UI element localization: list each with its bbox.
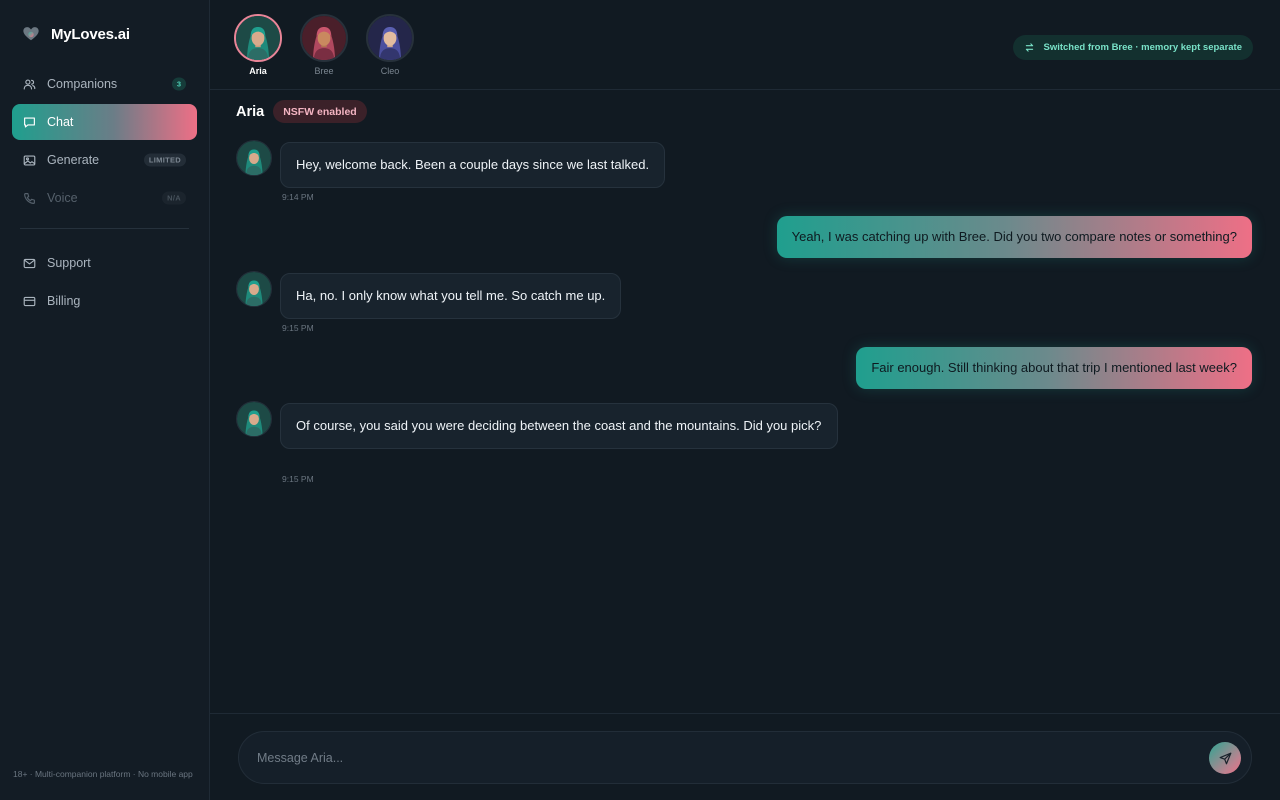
brand-name: MyLoves.ai — [51, 25, 130, 43]
avatar — [366, 14, 414, 62]
send-icon — [1219, 752, 1231, 764]
message-bubble-user: Yeah, I was catching up with Bree. Did y… — [776, 216, 1252, 258]
sidebar-item-label: Companions — [47, 77, 118, 91]
sidebar-item-support[interactable]: Support — [12, 245, 197, 281]
phone-icon — [23, 192, 36, 205]
companion-list: Aria Bree Cleo — [234, 14, 414, 76]
message-input[interactable] — [257, 732, 1157, 783]
avatar — [234, 14, 282, 62]
companion-avatar — [236, 401, 272, 437]
companions-count-badge: 3 — [171, 77, 186, 91]
companion-name: Aria — [249, 66, 267, 76]
swap-icon — [1026, 43, 1034, 52]
avatar — [300, 14, 348, 62]
message-bubble-companion: Ha, no. I only know what you tell me. So… — [280, 273, 622, 319]
companion-aria[interactable]: Aria — [234, 14, 282, 76]
sidebar-item-label: Support — [47, 256, 91, 270]
chat-companion-name: Aria — [236, 103, 265, 120]
sidebar-item-billing[interactable]: Billing — [12, 283, 197, 319]
message-composer — [238, 731, 1252, 784]
image-icon — [23, 154, 36, 167]
sidebar-item-chat[interactable]: Chat — [12, 104, 197, 140]
heart-logo-icon — [23, 27, 39, 41]
sidebar-item-companions[interactable]: Companions 3 — [12, 66, 197, 102]
message-timestamp: 9:15 PM — [282, 474, 314, 484]
sidebar-nav: Companions 3 Chat Generate LIMITED Voice… — [12, 66, 197, 321]
switch-notice-text: Switched from Bree · memory kept separat… — [1043, 42, 1242, 53]
send-button[interactable] — [1209, 742, 1241, 774]
companion-name: Cleo — [380, 66, 400, 76]
sidebar-item-label: Voice — [47, 191, 78, 205]
sidebar-footer: 18+ · Multi-companion platform · No mobi… — [13, 769, 193, 779]
companion-cleo[interactable]: Cleo — [366, 14, 414, 76]
chat-icon — [23, 116, 36, 129]
sidebar-item-generate[interactable]: Generate LIMITED — [12, 142, 197, 178]
message-bubble-user: Fair enough. Still thinking about that t… — [856, 347, 1252, 389]
limited-badge: LIMITED — [143, 153, 186, 167]
credit-card-icon — [23, 295, 36, 308]
sidebar-item-label: Generate — [47, 153, 100, 167]
users-icon — [23, 78, 36, 91]
message-timestamp: 9:15 PM — [282, 323, 314, 333]
nsfw-badge: NSFW enabled — [273, 100, 367, 123]
brand[interactable]: MyLoves.ai — [22, 25, 130, 43]
na-badge: N/A — [162, 191, 186, 205]
sidebar-divider — [20, 228, 189, 229]
sidebar-item-label: Chat — [47, 115, 74, 129]
companion-switcher-header: Aria Bree Cleo Switched from Bree · memo… — [210, 0, 1280, 90]
message-bubble-companion: Of course, you said you were deciding be… — [280, 403, 838, 449]
companion-name: Bree — [314, 66, 334, 76]
companion-bree[interactable]: Bree — [300, 14, 348, 76]
sidebar-item-label: Billing — [47, 294, 81, 308]
companion-avatar — [236, 271, 272, 307]
chat-title: Aria NSFW enabled — [236, 100, 367, 123]
message-bubble-companion: Hey, welcome back. Been a couple days si… — [280, 142, 666, 188]
sidebar: MyLoves.ai Companions 3 Chat Generate LI… — [0, 0, 210, 800]
message-timestamp: 9:14 PM — [282, 192, 314, 202]
switch-notice: Switched from Bree · memory kept separat… — [1013, 35, 1253, 60]
mail-icon — [23, 257, 36, 270]
companion-avatar — [236, 140, 272, 176]
sidebar-item-voice: Voice N/A — [12, 180, 197, 216]
